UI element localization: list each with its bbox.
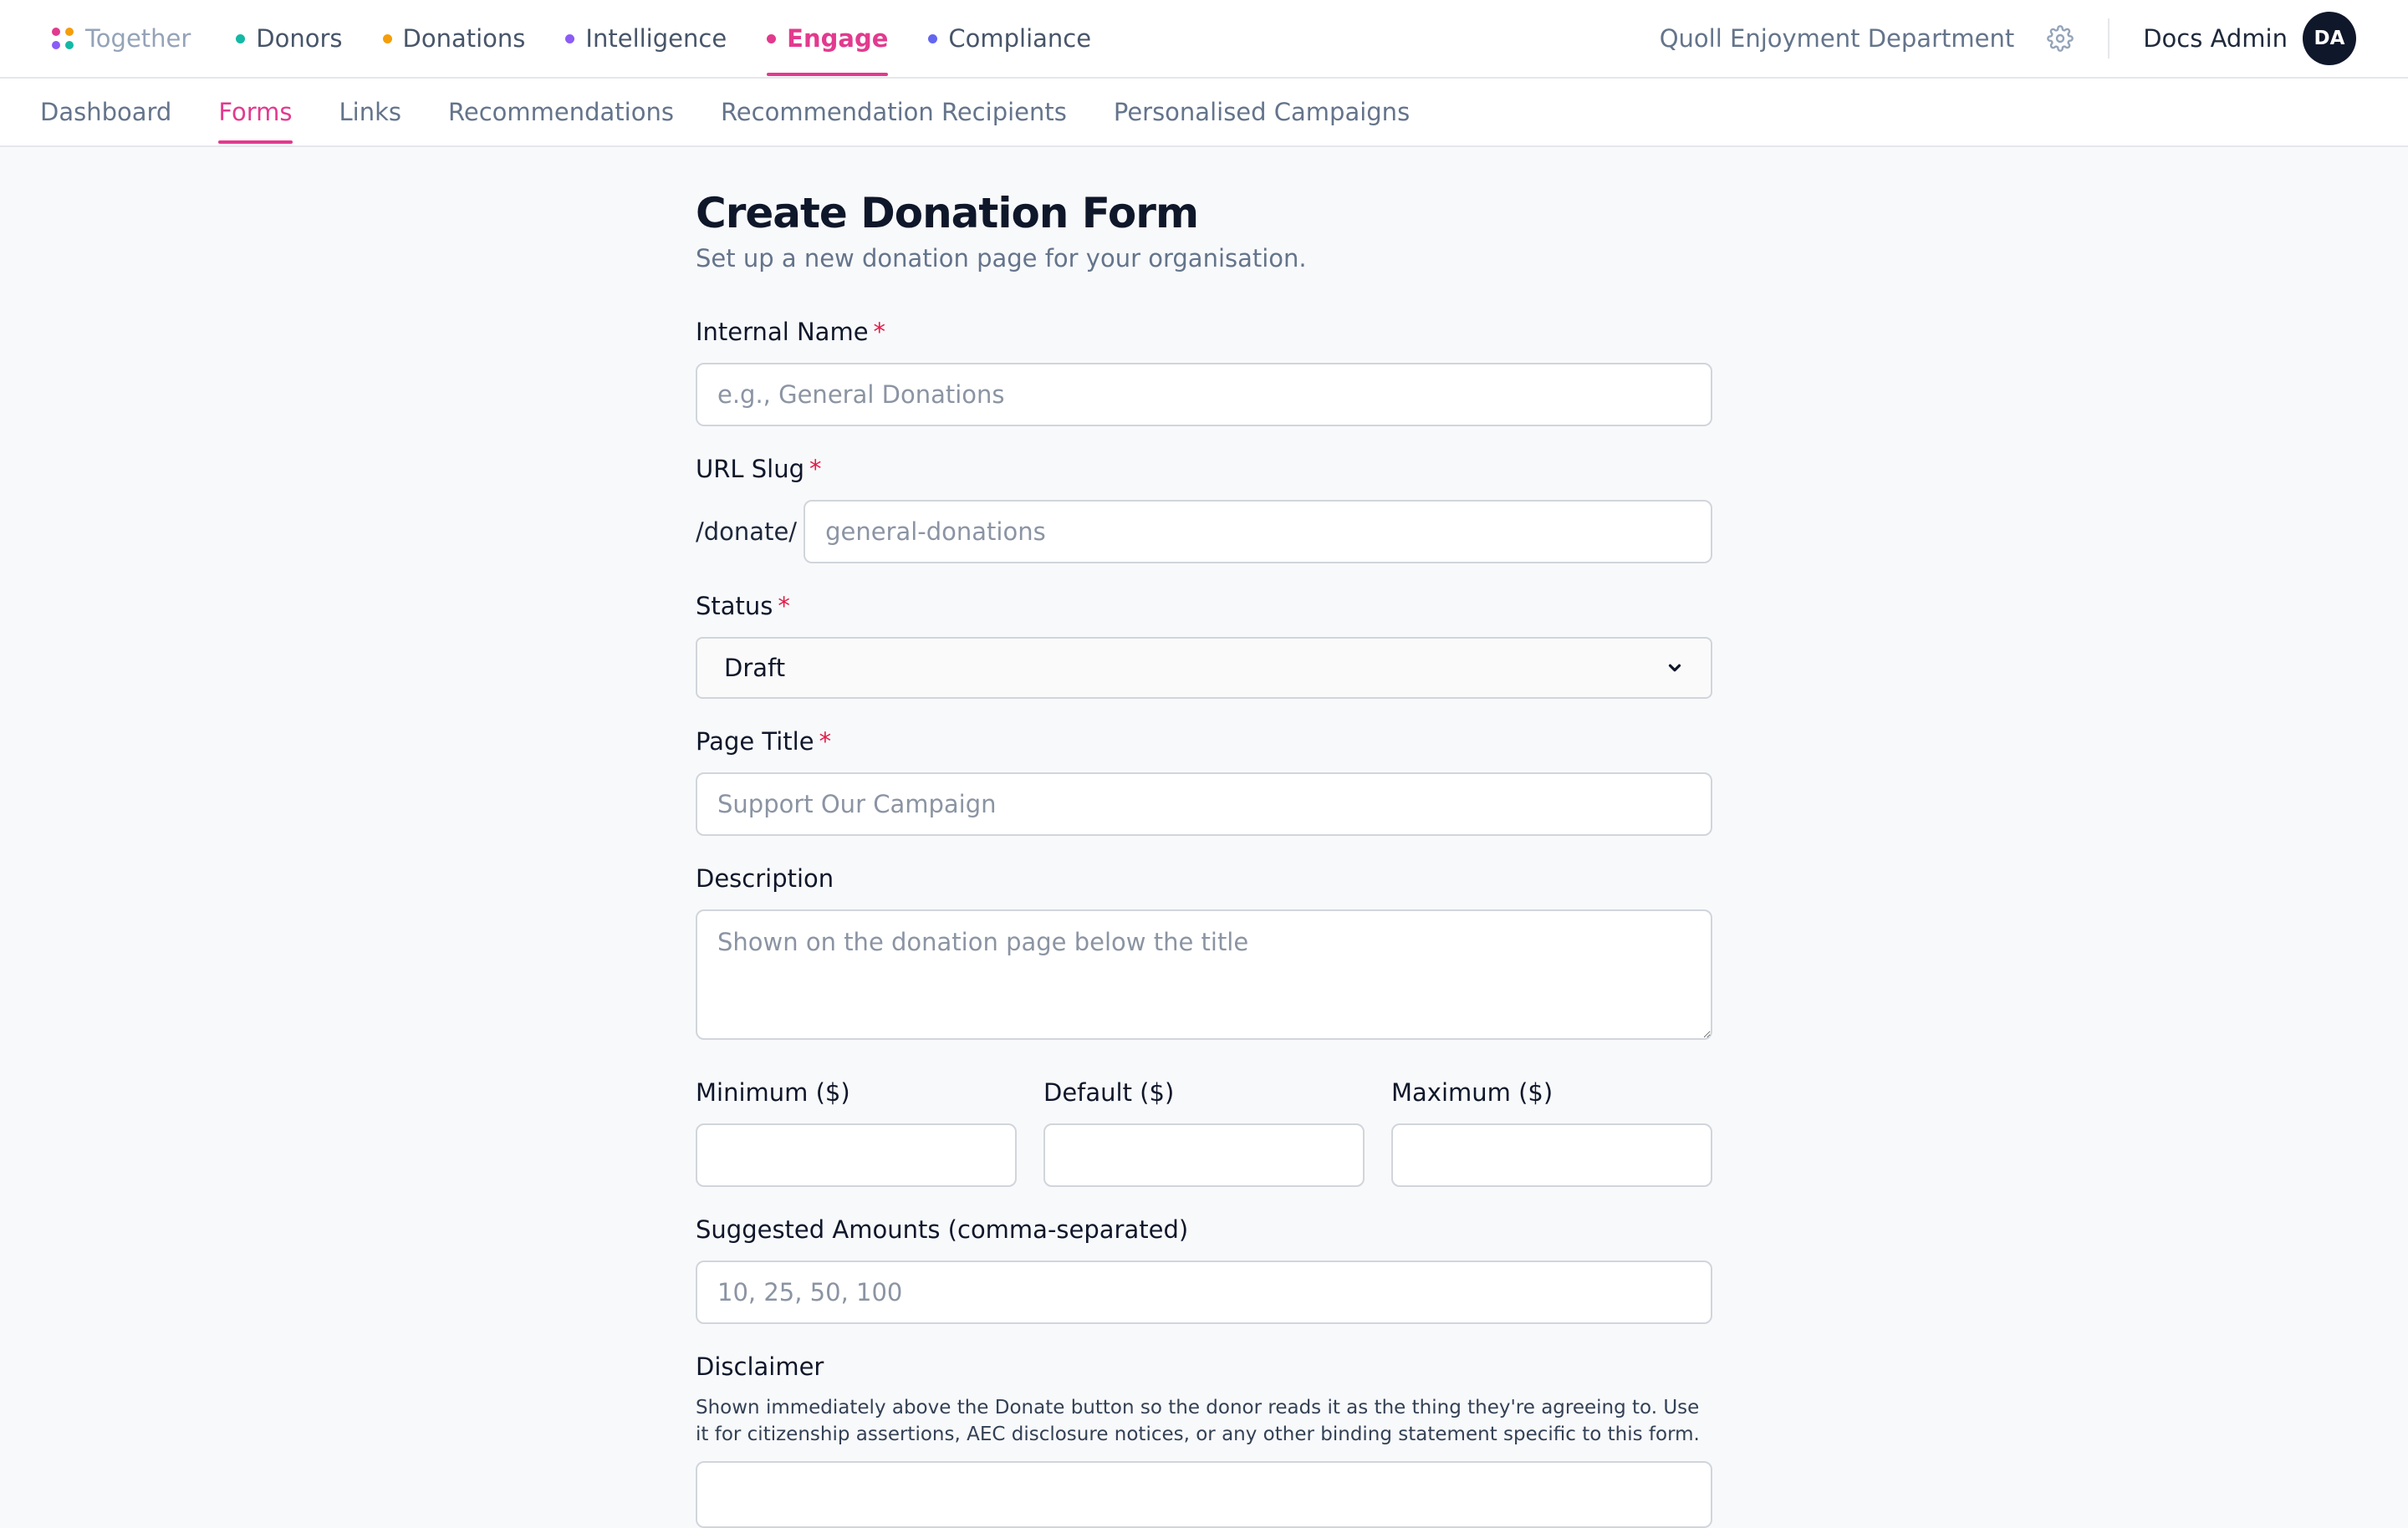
organisation-name[interactable]: Quoll Enjoyment Department bbox=[1660, 24, 2015, 53]
nav-item-label: Donations bbox=[402, 24, 526, 53]
required-marker: * bbox=[873, 318, 886, 346]
brand[interactable]: Together bbox=[52, 24, 191, 53]
maximum-amount-input[interactable] bbox=[1391, 1123, 1712, 1187]
status-group: Status * Draft bbox=[696, 592, 1712, 699]
url-slug-prefix: /donate/ bbox=[696, 517, 798, 546]
brand-logo-icon bbox=[52, 28, 74, 49]
status-selected-value: Draft bbox=[724, 654, 786, 682]
status-label: Status * bbox=[696, 592, 1712, 620]
disclaimer-group: Disclaimer Shown immediately above the D… bbox=[696, 1352, 1712, 1528]
nav-dot-icon bbox=[565, 33, 575, 43]
brand-name: Together bbox=[85, 24, 191, 53]
url-slug-label-text: URL Slug bbox=[696, 455, 805, 483]
required-marker: * bbox=[778, 592, 790, 620]
disclaimer-help-text: Shown immediately above the Donate butto… bbox=[696, 1397, 1700, 1445]
page-subtitle: Set up a new donation page for your orga… bbox=[696, 244, 1307, 272]
minimum-amount-input[interactable] bbox=[696, 1123, 1017, 1187]
sub-navigation: Dashboard Forms Links Recommendations Re… bbox=[0, 79, 2408, 147]
suggested-amounts-label: Suggested Amounts (comma-separated) bbox=[696, 1215, 1189, 1244]
page-title-label-text: Page Title bbox=[696, 727, 814, 756]
minimum-group: Minimum ($) bbox=[696, 1078, 1017, 1187]
chevron-down-icon bbox=[1668, 664, 1681, 672]
nav-item-donations[interactable]: Donations bbox=[382, 0, 526, 78]
default-label: Default ($) bbox=[1043, 1078, 1175, 1107]
user-name[interactable]: Docs Admin bbox=[2143, 24, 2288, 53]
page-title-input[interactable] bbox=[696, 772, 1712, 836]
status-label-text: Status bbox=[696, 592, 773, 620]
disclaimer-label: Disclaimer bbox=[696, 1352, 824, 1381]
create-form-panel: Create Donation Form Set up a new donati… bbox=[696, 147, 1712, 1528]
url-slug-label: URL Slug * bbox=[696, 455, 1712, 483]
disclaimer-textarea[interactable] bbox=[696, 1461, 1712, 1528]
nav-item-donors[interactable]: Donors bbox=[236, 0, 343, 78]
logo-dot bbox=[65, 28, 74, 36]
top-navigation: Together Donors Donations Intelligence E… bbox=[0, 0, 2408, 79]
page-title-group: Page Title * bbox=[696, 727, 1712, 836]
minimum-label: Minimum ($) bbox=[696, 1078, 850, 1107]
nav-dot-icon bbox=[236, 33, 246, 43]
tab-recommendation-recipients[interactable]: Recommendation Recipients bbox=[707, 79, 1080, 145]
nav-dot-icon bbox=[928, 33, 938, 43]
tab-recommendations[interactable]: Recommendations bbox=[435, 79, 687, 145]
default-group: Default ($) bbox=[1043, 1078, 1365, 1187]
suggested-amounts-group: Suggested Amounts (comma-separated) bbox=[696, 1215, 1712, 1324]
nav-dot-icon bbox=[767, 33, 777, 43]
tab-forms[interactable]: Forms bbox=[205, 79, 305, 145]
url-slug-group: URL Slug * /donate/ bbox=[696, 455, 1712, 563]
nav-item-label: Engage bbox=[787, 24, 889, 53]
nav-item-label: Compliance bbox=[948, 24, 1092, 53]
default-amount-input[interactable] bbox=[1043, 1123, 1365, 1187]
logo-dot bbox=[52, 41, 60, 49]
url-slug-row: /donate/ bbox=[696, 500, 1712, 563]
logo-dot bbox=[65, 41, 74, 49]
description-group: Description bbox=[696, 864, 1712, 1040]
description-label: Description bbox=[696, 864, 834, 893]
suggested-amounts-input[interactable] bbox=[696, 1261, 1712, 1324]
description-textarea[interactable] bbox=[696, 909, 1712, 1040]
tab-personalised-campaigns[interactable]: Personalised Campaigns bbox=[1100, 79, 1423, 145]
amounts-row: Minimum ($) Default ($) Maximum ($) bbox=[696, 1078, 1712, 1187]
maximum-label: Maximum ($) bbox=[1391, 1078, 1553, 1107]
nav-item-engage[interactable]: Engage bbox=[767, 0, 889, 78]
nav-dot-icon bbox=[382, 33, 392, 43]
page-title-label: Page Title * bbox=[696, 727, 1712, 756]
nav-item-label: Intelligence bbox=[585, 24, 727, 53]
maximum-group: Maximum ($) bbox=[1391, 1078, 1712, 1187]
url-slug-input[interactable] bbox=[804, 500, 1712, 563]
internal-name-input[interactable] bbox=[696, 363, 1712, 426]
internal-name-label-text: Internal Name bbox=[696, 318, 869, 346]
tab-links[interactable]: Links bbox=[326, 79, 416, 145]
nav-item-compliance[interactable]: Compliance bbox=[928, 0, 1091, 78]
status-select[interactable]: Draft bbox=[696, 637, 1712, 699]
nav-divider bbox=[2108, 18, 2110, 59]
required-marker: * bbox=[809, 455, 822, 483]
tab-dashboard[interactable]: Dashboard bbox=[27, 79, 185, 145]
nav-item-label: Donors bbox=[256, 24, 343, 53]
internal-name-group: Internal Name * bbox=[696, 318, 1712, 426]
page-title: Create Donation Form bbox=[696, 189, 1199, 237]
logo-dot bbox=[52, 28, 60, 36]
internal-name-label: Internal Name * bbox=[696, 318, 1712, 346]
nav-item-intelligence[interactable]: Intelligence bbox=[565, 0, 727, 78]
gear-icon[interactable] bbox=[2046, 24, 2074, 53]
avatar[interactable]: DA bbox=[2303, 12, 2356, 65]
required-marker: * bbox=[819, 727, 832, 756]
